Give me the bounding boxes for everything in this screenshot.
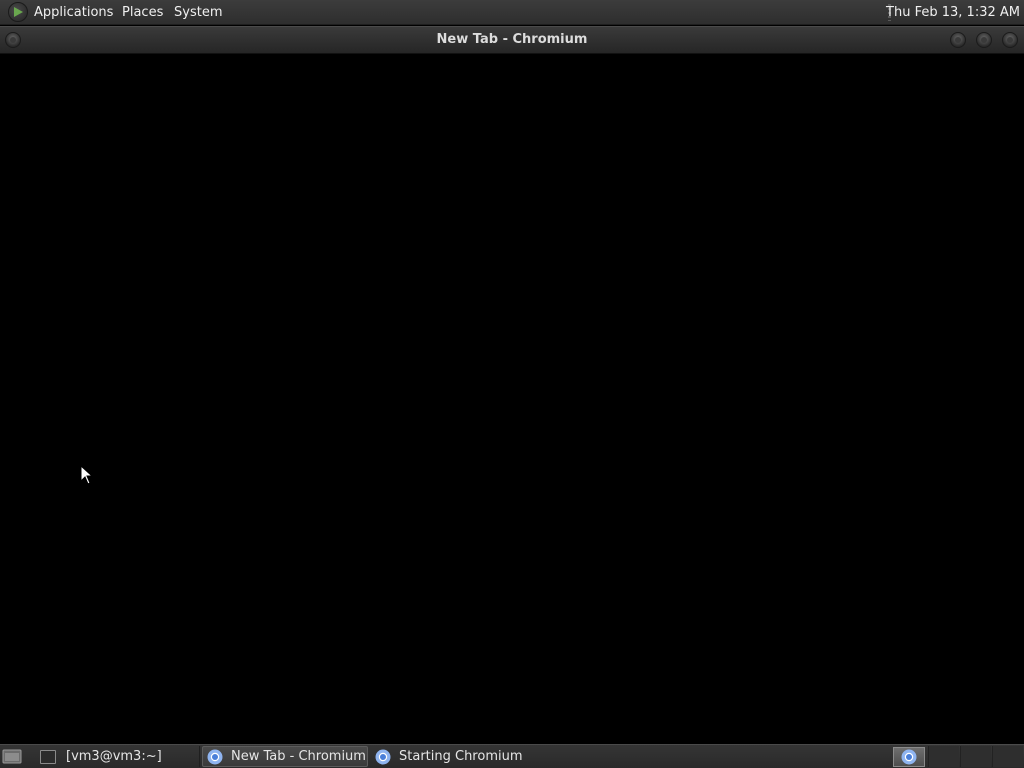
top-panel: Applications Places System Thu Feb 13, 1… — [0, 0, 1024, 25]
workspace-2[interactable] — [928, 746, 959, 767]
taskbar-item-terminal[interactable]: [vm3@vm3:~] — [34, 746, 200, 767]
taskbar-item-label: New Tab - Chromium — [231, 749, 366, 764]
terminal-icon — [40, 749, 56, 764]
taskbar-item-starting-chromium[interactable]: Starting Chromium — [371, 746, 541, 767]
maximize-button[interactable] — [976, 32, 992, 48]
chromium-icon — [375, 749, 391, 764]
taskbar-item-new-tab-chromium[interactable]: New Tab - Chromium — [202, 746, 368, 767]
bottom-taskbar: [vm3@vm3:~] New Tab - Chromium Starting … — [0, 744, 1024, 768]
clock[interactable]: Thu Feb 13, 1:32 AM — [886, 0, 1020, 25]
window-titlebar[interactable]: New Tab - Chromium — [0, 26, 1024, 54]
system-menu[interactable]: System — [174, 0, 222, 25]
mouse-cursor-icon — [80, 465, 92, 485]
workspace-4[interactable] — [992, 746, 1023, 767]
window-title: New Tab - Chromium — [436, 32, 588, 47]
taskbar-item-label: Starting Chromium — [399, 749, 523, 764]
browser-content-area[interactable] — [0, 54, 1024, 744]
workspace-1-chromium[interactable] — [893, 747, 925, 767]
chromium-icon — [207, 749, 223, 764]
places-menu[interactable]: Places — [122, 0, 163, 25]
workspace-3[interactable] — [960, 746, 991, 767]
close-button[interactable] — [1002, 32, 1018, 48]
minimize-button[interactable] — [950, 32, 966, 48]
show-desktop-icon[interactable] — [2, 748, 22, 765]
distro-logo-icon[interactable] — [8, 2, 28, 22]
taskbar-item-label: [vm3@vm3:~] — [66, 749, 162, 764]
applications-menu[interactable]: Applications — [34, 0, 113, 25]
chromium-icon — [901, 749, 917, 765]
